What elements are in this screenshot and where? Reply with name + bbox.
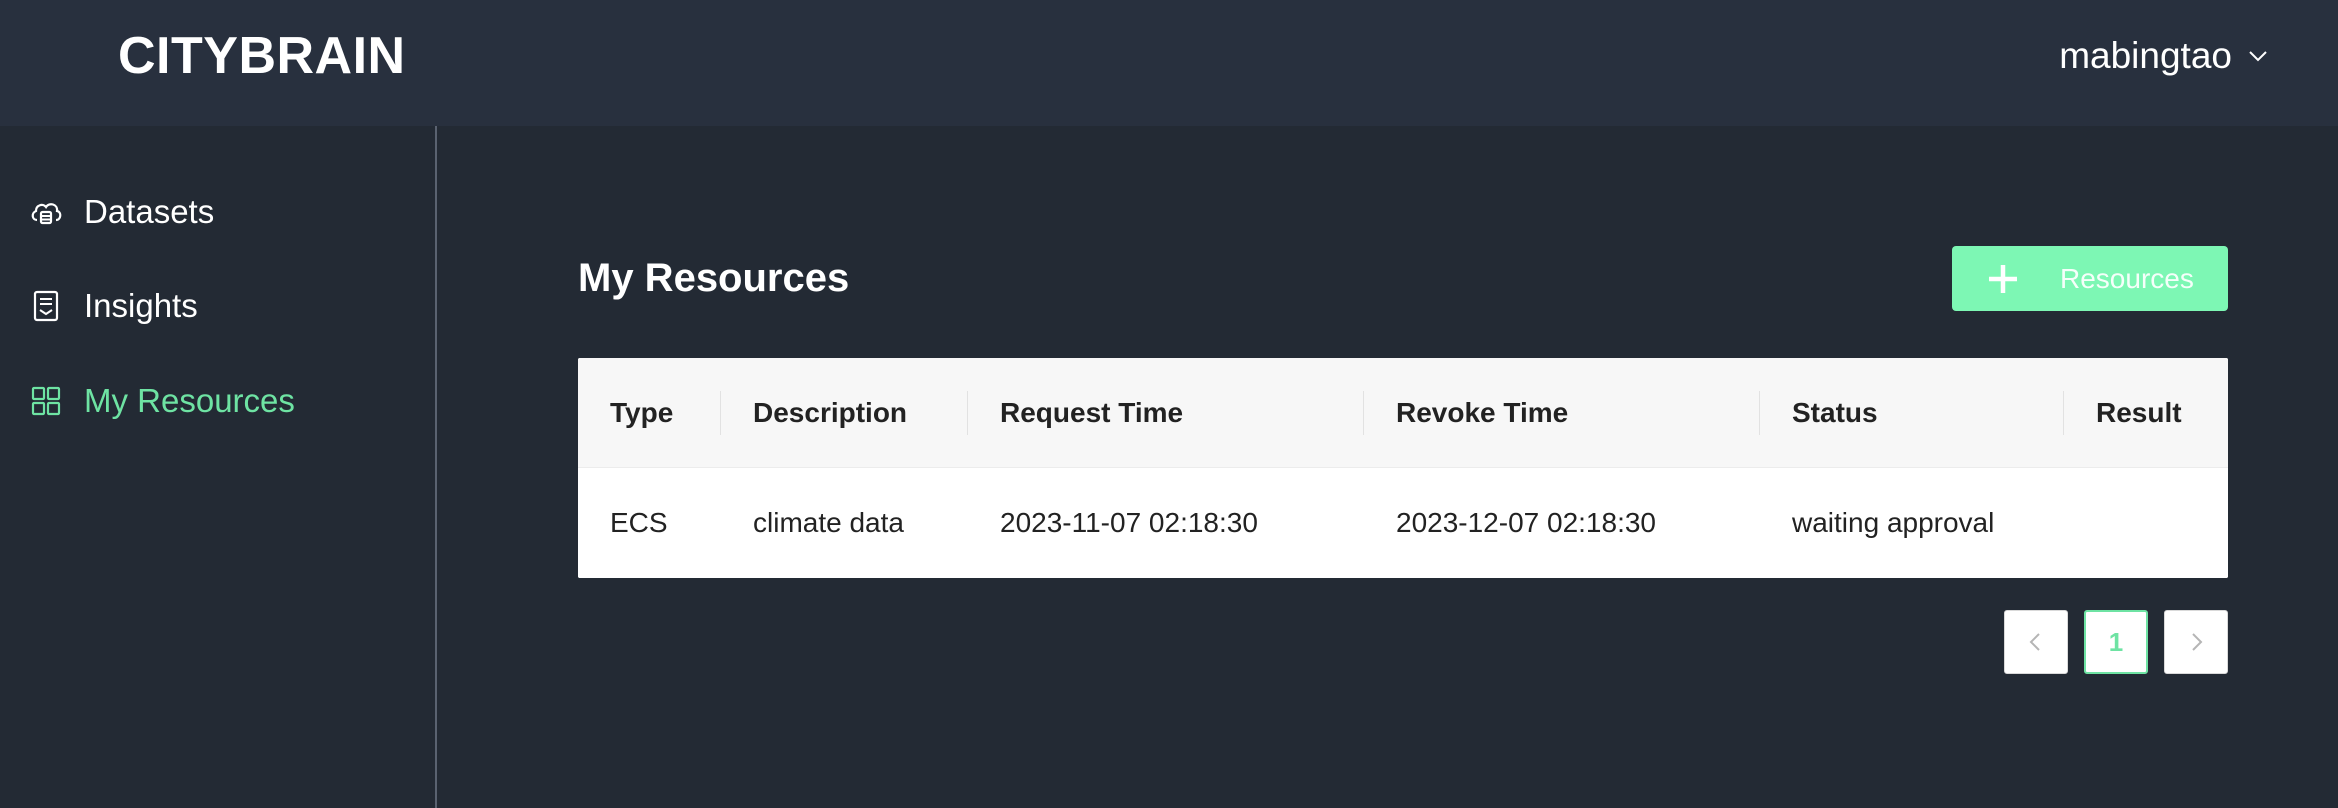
sidebar-item-insights[interactable]: Insights: [28, 278, 198, 334]
document-icon: [33, 290, 59, 322]
cell-status: waiting approval: [1792, 507, 1995, 538]
chevron-right-icon: [2192, 633, 2203, 651]
pagination-next-button[interactable]: [2164, 610, 2228, 674]
sidebar-item-label: My Resources: [84, 382, 295, 419]
cloud-database-icon: [31, 203, 62, 225]
sidebar-item-datasets[interactable]: Datasets: [28, 184, 214, 240]
column-divider: [1363, 391, 1364, 435]
column-header-result: Result: [2096, 397, 2182, 428]
user-menu[interactable]: mabingtao: [2059, 32, 2270, 80]
sidebar-item-label: Datasets: [84, 193, 215, 230]
cell-description: climate data: [753, 507, 904, 538]
pagination-prev-button[interactable]: [2004, 610, 2068, 674]
app-logo[interactable]: CITYBRAIN: [118, 28, 406, 84]
sidebar: Datasets Insights My Resources: [0, 126, 437, 808]
pagination-page-1[interactable]: 1: [2084, 610, 2148, 674]
grid-icon: [31, 386, 61, 416]
sidebar-item-my-resources[interactable]: My Resources: [28, 373, 295, 429]
sidebar-item-label: Insights: [84, 287, 198, 324]
column-header-revoke-time: Revoke Time: [1396, 397, 1569, 428]
column-divider: [1759, 391, 1760, 435]
cell-revoke-time: 2023-12-07 02:18:30: [1396, 507, 1656, 538]
column-divider: [2063, 391, 2064, 435]
cell-request-time: 2023-11-07 02:18:30: [1000, 507, 1258, 538]
page-number: 1: [2108, 626, 2124, 657]
column-divider: [720, 391, 721, 435]
chevron-left-icon: [2029, 633, 2040, 651]
top-header: CITYBRAIN mabingtao: [0, 0, 2338, 126]
page-title: My Resources: [578, 256, 850, 300]
cell-type: ECS: [610, 507, 668, 538]
resources-table: Type Description Request Time Revoke Tim…: [578, 358, 2228, 578]
username[interactable]: mabingtao: [2059, 32, 2232, 80]
column-header-status: Status: [1792, 397, 1878, 428]
plus-icon: [1989, 265, 2017, 293]
column-header-description: Description: [753, 397, 908, 428]
column-header-request-time: Request Time: [1000, 397, 1184, 428]
column-header-type: Type: [610, 397, 674, 428]
chevron-down-icon[interactable]: [2246, 44, 2270, 68]
add-resources-label: Resources: [2060, 263, 2194, 294]
table-row[interactable]: ECS climate data 2023-11-07 02:18:30 202…: [578, 468, 2228, 578]
table-header-row: Type Description Request Time Revoke Tim…: [578, 358, 2228, 468]
add-resources-button[interactable]: Resources: [1952, 246, 2228, 311]
column-divider: [967, 391, 968, 435]
